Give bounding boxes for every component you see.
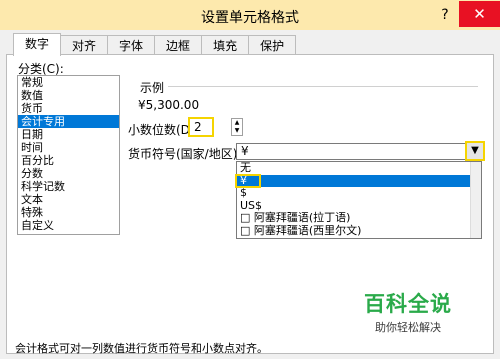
format-description: 会计格式可对一列数值进行货币符号和小数点对齐。 — [15, 342, 268, 355]
tab-protection[interactable]: 保护 — [248, 35, 297, 56]
tab-border[interactable]: 边框 — [154, 35, 203, 56]
tab-number[interactable]: 数字 — [13, 33, 62, 56]
category-item[interactable]: 常规 — [18, 76, 119, 89]
category-item[interactable]: 时间 — [18, 141, 119, 154]
currency-option[interactable]: □ 阿塞拜疆语(西里尔文) — [237, 224, 481, 238]
sample-value: ¥5,300.00 — [138, 98, 200, 112]
tab-fill[interactable]: 填充 — [201, 35, 250, 56]
close-button[interactable]: ✕ — [459, 1, 500, 27]
category-item[interactable]: 数值 — [18, 89, 119, 102]
chevron-down-icon[interactable]: ▼ — [465, 141, 485, 161]
category-list[interactable]: 常规 数值 货币 会计专用 日期 时间 百分比 分数 科学记数 文本 特殊 自定… — [17, 75, 120, 235]
currency-option[interactable]: $ — [237, 186, 481, 200]
tab-alignment[interactable]: 对齐 — [60, 35, 109, 56]
yen-highlight-box — [235, 174, 261, 188]
currency-option[interactable]: □ 阿塞拜疆语(拉丁语) — [237, 211, 481, 225]
category-item[interactable]: 分数 — [18, 167, 119, 180]
spin-down-icon[interactable]: ▼ — [232, 127, 242, 135]
help-button[interactable]: ? — [434, 4, 456, 26]
currency-option[interactable]: 无 — [237, 162, 481, 175]
category-item[interactable]: 特殊 — [18, 206, 119, 219]
category-item-selected[interactable]: 会计专用 — [18, 115, 119, 128]
watermark-subtitle: 助你轻松解决 — [375, 321, 441, 334]
dropdown-scrollbar[interactable] — [470, 162, 481, 238]
decimal-places-input[interactable]: 2 — [188, 117, 214, 137]
spin-up-icon[interactable]: ▲ — [232, 119, 242, 127]
sample-divider — [168, 86, 478, 87]
currency-symbol-select[interactable]: ¥ — [236, 143, 482, 160]
category-item[interactable]: 日期 — [18, 128, 119, 141]
tab-font[interactable]: 字体 — [107, 35, 156, 56]
watermark-title: 百科全说 — [364, 292, 452, 316]
category-item[interactable]: 自定义 — [18, 219, 119, 232]
category-item[interactable]: 百分比 — [18, 154, 119, 167]
category-item[interactable]: 货币 — [18, 102, 119, 115]
title-bar: 设置单元格格式 ? ✕ — [0, 0, 500, 30]
currency-option-highlighted[interactable]: ¥ — [237, 174, 481, 187]
dialog-title: 设置单元格格式 — [201, 10, 299, 26]
category-item[interactable]: 文本 — [18, 193, 119, 206]
sample-label: 示例 — [140, 81, 165, 95]
decimal-places-stepper[interactable]: ▲ ▼ — [231, 118, 243, 136]
watermark: 百科全说 助你轻松解决 — [364, 288, 452, 335]
tab-bar: 数字 对齐 字体 边框 填充 保护 — [13, 33, 297, 56]
category-item[interactable]: 科学记数 — [18, 180, 119, 193]
currency-dropdown-list[interactable]: 无 ¥ $ US$ □ 阿塞拜疆语(拉丁语) □ 阿塞拜疆语(西里尔文) — [236, 161, 482, 239]
